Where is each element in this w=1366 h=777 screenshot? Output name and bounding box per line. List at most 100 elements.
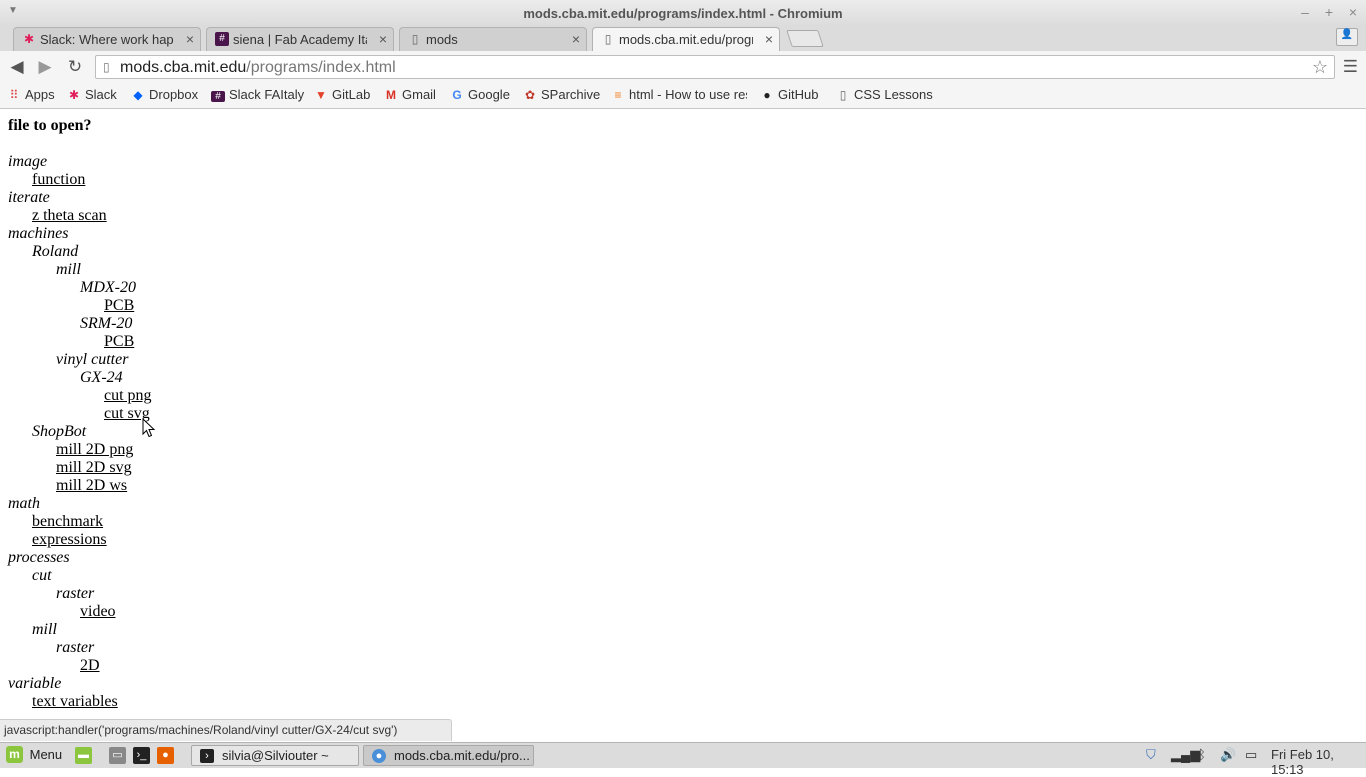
hamburger-menu-icon[interactable]: ☰ (1343, 57, 1358, 77)
terminal-launcher-icon[interactable]: ›_ (133, 747, 150, 764)
tree-category: GX-24 (80, 369, 123, 386)
mouse-cursor-icon (142, 418, 156, 438)
tree-link[interactable]: mill 2D png (8, 441, 152, 459)
hash-icon: # (211, 91, 225, 102)
tree-category: Roland (32, 243, 79, 260)
bookmark-slack-faitaly[interactable]: # Slack FAItaly (211, 87, 304, 102)
tab-label: siena | Fab Academy Ita (233, 32, 367, 47)
window-title: mods.cba.mit.edu/programs/index.html - C… (523, 6, 843, 21)
close-window-button[interactable]: × (1344, 4, 1362, 20)
mint-logo-icon: m (6, 746, 23, 764)
tree-link[interactable]: cut png (8, 387, 152, 405)
tab-label: Slack: Where work happe (40, 32, 174, 47)
tree-link[interactable]: function (8, 171, 152, 189)
bookmarks-bar: ⠿ Apps ✱ Slack ◆ Dropbox # Slack FAItaly ▼ Gi… (0, 83, 1366, 109)
tab-slack[interactable]: ✱ Slack: Where work happe × (13, 27, 201, 51)
bookmark-google[interactable]: G Google (450, 87, 510, 102)
bluetooth-icon[interactable]: ᛒ (1198, 747, 1206, 762)
chromium-icon: ● (372, 749, 386, 763)
bookmark-slack[interactable]: ✱ Slack (67, 87, 117, 102)
bookmark-sparchive[interactable]: ✿ SParchive (523, 87, 600, 102)
tree-link[interactable]: benchmark (8, 513, 152, 531)
page-content: file to open? image function iterate z t… (8, 117, 152, 711)
tree-link[interactable]: mill 2D ws (8, 477, 152, 495)
tab-label: mods (426, 32, 458, 47)
close-icon[interactable]: × (379, 31, 387, 47)
show-desktop-icon[interactable]: ▬ (75, 747, 92, 764)
tree-category: image (8, 153, 48, 170)
terminal-icon: › (200, 749, 214, 763)
page-icon: ▯ (839, 88, 847, 102)
url-text[interactable]: mods.cba.mit.edu/programs/index.html (120, 59, 396, 77)
menu-button[interactable]: m Menu (6, 746, 62, 764)
tab-mods-programs[interactable]: ▯ mods.cba.mit.edu/progra × (592, 27, 780, 51)
taskbar-window-terminal[interactable]: › silvia@Silviouter ~ (191, 745, 359, 766)
browser-toolbar: ◀ ▶ ↻ ▯ mods.cba.mit.edu/programs/index.… (0, 51, 1366, 83)
tree-category: processes (8, 549, 70, 566)
firefox-icon[interactable]: ● (157, 747, 174, 764)
page-heading: file to open? (8, 117, 92, 134)
tree-category: raster (56, 639, 95, 656)
tree-link[interactable]: mill 2D svg (8, 459, 152, 477)
minimize-button[interactable]: – (1296, 4, 1314, 20)
bookmark-star-icon[interactable]: ☆ (1312, 57, 1328, 78)
tree-category: ShopBot (32, 423, 87, 440)
address-bar[interactable]: ▯ mods.cba.mit.edu/programs/index.html ☆ (95, 55, 1335, 79)
tab-mods[interactable]: ▯ mods × (399, 27, 587, 51)
battery-icon[interactable]: ▭ (1245, 747, 1257, 763)
tree-link[interactable]: PCB (8, 333, 152, 351)
slack-icon: ✱ (68, 88, 80, 102)
bookmark-github[interactable]: ● GitHub (760, 87, 818, 102)
close-icon[interactable]: × (765, 31, 773, 47)
dropbox-icon: ◆ (133, 88, 143, 102)
bookmark-dropbox[interactable]: ◆ Dropbox (131, 87, 198, 102)
bookmark-gmail[interactable]: M Gmail (384, 87, 436, 102)
github-icon: ● (763, 88, 771, 102)
bookmark-stackoverflow[interactable]: ≡ html - How to use res (611, 87, 747, 102)
tree-category: mill (32, 621, 57, 638)
bookmark-apps[interactable]: ⠿ Apps (7, 87, 55, 102)
tree-link[interactable]: video (8, 603, 152, 621)
tree-category: vinyl cutter (56, 351, 129, 368)
slack-icon: ✱ (23, 32, 35, 46)
apps-grid-icon: ⠿ (9, 88, 19, 102)
network-signal-icon[interactable]: ▂▄▆ (1171, 747, 1200, 763)
new-tab-button[interactable] (786, 30, 824, 47)
tree-category: MDX-20 (80, 279, 136, 296)
bookmark-css-lessons[interactable]: ▯ CSS Lessons (836, 87, 933, 102)
bookmark-gitlab[interactable]: ▼ GitLab (314, 87, 370, 102)
tree-link[interactable]: z theta scan (8, 207, 152, 225)
program-tree: image function iterate z theta scan mach… (8, 153, 152, 711)
tree-link[interactable]: cut svg (8, 405, 152, 423)
tree-category: iterate (8, 189, 50, 206)
shield-icon[interactable]: ⛉ (1146, 747, 1156, 763)
tab-siena[interactable]: # siena | Fab Academy Ita × (206, 27, 394, 51)
page-icon: ▯ (604, 32, 612, 46)
profile-icon[interactable]: 👤 (1336, 28, 1358, 46)
tree-link[interactable]: expressions (8, 531, 152, 549)
clock[interactable]: Fri Feb 10, 15:13 (1271, 747, 1366, 777)
tree-category: machines (8, 225, 69, 242)
tree-link[interactable]: 2D (8, 657, 152, 675)
url-path: /programs/index.html (246, 59, 396, 76)
file-manager-icon[interactable]: ▭ (109, 747, 126, 764)
tree-category: math (8, 495, 40, 512)
close-icon[interactable]: × (572, 31, 580, 47)
tree-category: SRM-20 (80, 315, 133, 332)
tree-category: raster (56, 585, 95, 602)
close-icon[interactable]: × (186, 31, 194, 47)
tree-category: mill (56, 261, 81, 278)
taskbar-window-chromium[interactable]: ● mods.cba.mit.edu/pro... (363, 745, 534, 766)
volume-icon[interactable]: 🔊 (1220, 747, 1236, 763)
tree-link[interactable]: PCB (8, 297, 152, 315)
url-host: mods.cba.mit.edu (120, 59, 247, 76)
forward-arrow-icon[interactable]: ▶ (35, 57, 55, 77)
stackoverflow-icon: ≡ (614, 88, 622, 102)
tab-strip: ✱ Slack: Where work happe × # siena | Fa… (0, 26, 1366, 51)
sparchive-icon: ✿ (524, 88, 536, 102)
maximize-button[interactable]: + (1320, 4, 1338, 20)
tree-link[interactable]: text variables (8, 693, 152, 711)
back-arrow-icon[interactable]: ◀ (7, 57, 27, 77)
taskbar: m Menu ▬ ▭ ›_ ● › silvia@Silviouter ~ ● … (0, 742, 1366, 777)
reload-icon[interactable]: ↻ (65, 57, 85, 77)
